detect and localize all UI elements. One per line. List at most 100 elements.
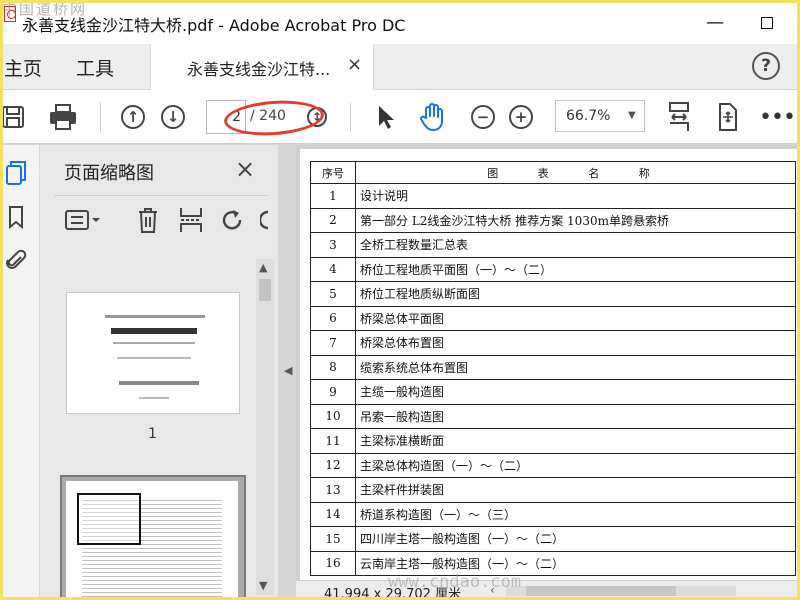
zoom-out-button[interactable]: − — [466, 100, 500, 134]
row-title-cell: 桥位工程地质平面图（一）～（二） — [355, 256, 796, 282]
table-row: 6 桥梁总体平面图 — [310, 305, 796, 331]
row-index-cell: 6 — [310, 305, 356, 331]
more-icon: ••• — [759, 104, 796, 130]
attachments-panel-button[interactable] — [4, 247, 28, 275]
table-row: 5 桥位工程地质纵断面图 — [310, 281, 796, 307]
scrollbar-thumb[interactable] — [259, 279, 271, 301]
more-thumbnail-tools-button[interactable] — [260, 205, 270, 235]
table-row: 2 第一部分 L2线金沙江特大桥 推荐方案 1030m单跨悬索桥 — [310, 207, 796, 233]
table-row: 15 四川岸主塔一般构造图（一）～（二） — [310, 526, 796, 552]
thumbnail-line — [117, 357, 191, 359]
thumbnail-line — [105, 315, 205, 318]
hand-tool-button[interactable] — [416, 100, 450, 134]
maximize-icon — [761, 17, 773, 29]
toolbar-divider — [100, 102, 101, 132]
bookmark-icon — [9, 206, 23, 229]
insert-pages-button[interactable] — [178, 205, 204, 235]
trash-icon — [139, 208, 157, 233]
window-title: 永善支线金沙江特大桥.pdf - Adobe Acrobat Pro DC — [22, 16, 406, 35]
row-title-cell: 吊索一般构造图 — [355, 403, 796, 429]
thumbnail-options-button[interactable] — [64, 205, 102, 235]
chevron-down-icon: ▼ — [628, 110, 636, 121]
toolbar-divider — [350, 102, 351, 132]
save-button[interactable] — [0, 100, 30, 134]
panel-pointer — [38, 165, 47, 181]
delete-pages-button[interactable] — [136, 205, 160, 235]
chevron-down-icon[interactable]: ▼ — [259, 579, 267, 592]
table-row: 12 主梁总体构造图（一）～（二） — [310, 452, 796, 478]
document-viewport[interactable]: 序号 图 表 名 称 1 设计说明 2 第一部分 L2线金沙江特大桥 推荐方案 103… — [296, 145, 800, 580]
chevron-up-icon[interactable]: ▲ — [259, 261, 267, 274]
row-index-cell: 7 — [310, 330, 356, 356]
rotate-pages-button[interactable] — [220, 205, 246, 235]
thumbnail-page-number: 1 — [148, 426, 157, 442]
more-tools-button[interactable]: ••• — [759, 100, 796, 134]
scrollbar-thumb[interactable] — [526, 586, 676, 596]
row-index-cell: 2 — [310, 207, 356, 233]
row-title-cell: 设计说明 — [355, 183, 796, 209]
row-title-cell: 桥位工程地质纵断面图 — [355, 281, 796, 307]
column-header-title: 图 表 名 称 — [355, 161, 796, 184]
zoom-in-icon: + — [509, 105, 533, 129]
tab-document[interactable]: 永善支线金沙江特... × — [150, 44, 374, 90]
table-header-row: 序号 图 表 名 称 — [310, 161, 796, 184]
previous-page-button[interactable]: ↑ — [116, 100, 150, 134]
bookmarks-panel-button[interactable] — [4, 203, 28, 231]
hand-tool-icon — [420, 103, 443, 131]
table-row: 4 桥位工程地质平面图（一）～（二） — [310, 256, 796, 282]
thumbnail-scrollbar[interactable]: ▲ ▼ — [256, 259, 274, 595]
tab-home[interactable]: 主页 — [4, 54, 42, 81]
row-index-cell: 5 — [310, 281, 356, 307]
zoom-select[interactable]: 66.7% ▼ — [555, 100, 645, 132]
rotate-counterclockwise-icon — [260, 210, 269, 230]
minimize-button[interactable]: — — [700, 8, 730, 38]
collapse-panel-arrow-icon[interactable]: ◀ — [284, 364, 292, 377]
row-index-cell: 3 — [310, 232, 356, 258]
row-index-cell: 9 — [310, 379, 356, 405]
options-menu-icon — [65, 210, 100, 230]
page-thumbnail-1[interactable] — [66, 292, 240, 414]
row-index-cell: 4 — [310, 256, 356, 282]
navigation-rail — [0, 145, 40, 600]
row-index-cell: 15 — [310, 526, 356, 552]
fit-page-button[interactable] — [662, 100, 696, 134]
close-panel-button[interactable]: × — [235, 155, 255, 183]
row-title-cell: 全桥工程数量汇总表 — [355, 232, 796, 258]
thumbnail-toolbar — [54, 201, 270, 241]
maximize-button[interactable] — [752, 8, 782, 38]
help-button[interactable]: ? — [752, 52, 780, 80]
prev-page-icon: ↑ — [121, 105, 145, 129]
thumbnail-panel: 页面缩略图 × ▲ ▼ 1 — [40, 145, 278, 600]
drawing-index-table: 序号 图 表 名 称 1 设计说明 2 第一部分 L2线金沙江特大桥 推荐方案 103… — [310, 161, 796, 576]
print-button[interactable] — [46, 100, 80, 134]
document-tab-label: 永善支线金沙江特... — [187, 60, 331, 79]
thumbnails-panel-button[interactable] — [4, 159, 28, 187]
horizontal-scrollbar[interactable] — [506, 586, 736, 596]
row-index-cell: 1 — [310, 183, 356, 209]
tab-bar: 主页 工具 永善支线金沙江特... × ? — [0, 44, 800, 90]
table-row: 3 全桥工程数量汇总表 — [310, 232, 796, 258]
rotate-view-button[interactable] — [710, 100, 744, 134]
rotate-icon — [222, 210, 242, 230]
paperclip-icon — [6, 249, 27, 269]
zoom-out-icon: − — [471, 105, 495, 129]
select-tool-button[interactable] — [368, 100, 402, 134]
tab-tools[interactable]: 工具 — [76, 54, 114, 81]
row-index-cell: 12 — [310, 452, 356, 478]
row-title-cell: 桥梁总体布置图 — [355, 330, 796, 356]
visible-area-box[interactable] — [77, 493, 141, 545]
table-row: 9 主缆一般构造图 — [310, 379, 796, 405]
table-row: 1 设计说明 — [310, 183, 796, 209]
close-tab-button[interactable]: × — [347, 54, 362, 75]
table-row: 8 缆索系统总体布置图 — [310, 354, 796, 380]
thumbnail-line — [113, 342, 195, 344]
toolbar: ↑ ↓ ↕ − + ••• — [0, 90, 800, 144]
zoom-in-button[interactable]: + — [504, 100, 538, 134]
row-title-cell: 主梁总体构造图（一）～（二） — [355, 452, 796, 478]
row-index-cell: 13 — [310, 477, 356, 503]
thumbnail-line — [111, 328, 197, 334]
print-icon — [50, 104, 76, 130]
next-page-button[interactable]: ↓ — [156, 100, 190, 134]
title-bar: 中国道桥网 永善支线金沙江特大桥.pdf - Adobe Acrobat Pro… — [0, 0, 800, 44]
table-row: 14 桥道系构造图（一）～（三） — [310, 501, 796, 527]
